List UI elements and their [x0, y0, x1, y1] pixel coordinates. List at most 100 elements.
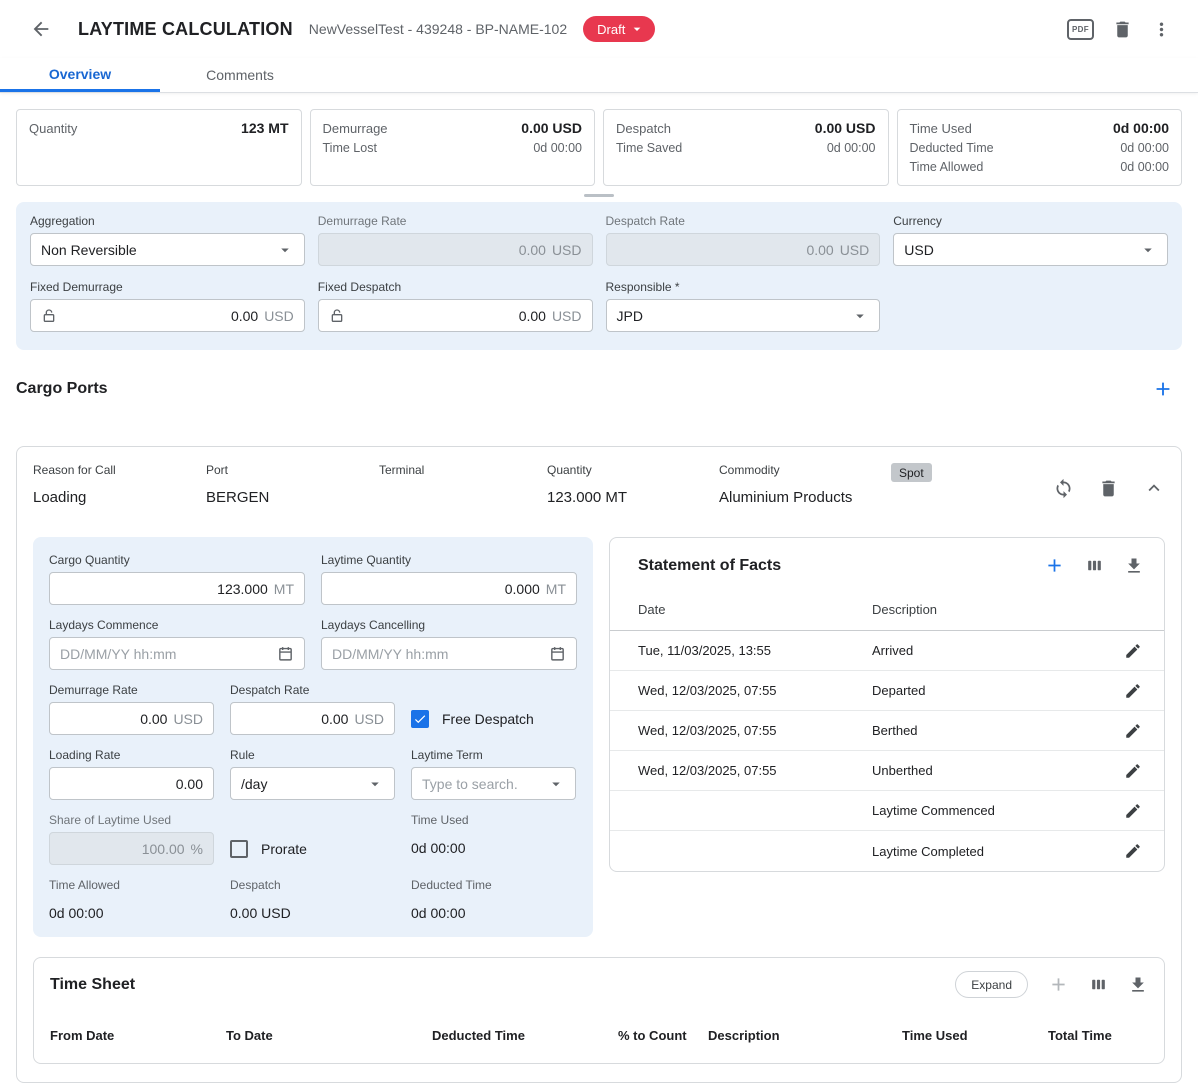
ts-col-deducted-time: Deducted Time: [432, 1028, 618, 1043]
rule-select[interactable]: /day: [230, 767, 395, 800]
sof-row-date: Wed, 12/03/2025, 07:55: [638, 683, 872, 698]
laytime-calculation-page: LAYTIME CALCULATION NewVesselTest - 4392…: [0, 0, 1198, 1083]
chevron-down-icon: [851, 307, 869, 325]
time-used-value: 0d 00:00: [411, 840, 576, 856]
sof-date-column-header: Date: [638, 602, 872, 617]
lock-icon[interactable]: [329, 308, 345, 324]
time-sheet-columns-button[interactable]: [1089, 975, 1108, 994]
download-icon: [1124, 556, 1144, 576]
sof-download-button[interactable]: [1124, 556, 1144, 576]
tab-overview-label: Overview: [49, 66, 111, 82]
time-sheet-download-button[interactable]: [1128, 975, 1148, 995]
prorate-checkbox[interactable]: [230, 840, 248, 858]
fixed-demurrage-unit: USD: [264, 308, 294, 324]
loading-rate-input[interactable]: [60, 776, 203, 792]
sof-column-headers: Date Description: [610, 590, 1164, 631]
currency-label: Currency: [893, 214, 1168, 228]
time-sheet-title: Time Sheet: [50, 976, 135, 994]
edit-sof-row-button[interactable]: [1124, 682, 1142, 700]
cargo-ports-title: Cargo Ports: [16, 380, 108, 398]
aggregation-field: Aggregation Non Reversible: [30, 214, 305, 266]
laydays-commence-input[interactable]: [60, 646, 271, 662]
add-time-sheet-row-button[interactable]: [1048, 974, 1069, 995]
sof-row: Wed, 12/03/2025, 07:55 Departed: [610, 671, 1164, 711]
rule-field: Rule /day: [230, 748, 395, 800]
status-badge[interactable]: Draft: [583, 16, 655, 42]
prorate-wrap: Prorate: [230, 832, 395, 865]
port-column: Port BERGEN: [206, 463, 379, 507]
responsible-label: Responsible *: [606, 280, 881, 294]
port-demurrage-rate-input-box: USD: [49, 702, 214, 735]
fixed-despatch-input-box: USD: [318, 299, 593, 332]
loading-rate-field: Loading Rate: [49, 748, 214, 800]
port-demurrage-rate-input[interactable]: [60, 711, 167, 727]
responsible-select[interactable]: JPD: [606, 299, 881, 332]
tab-overview[interactable]: Overview: [0, 58, 160, 92]
cargo-quantity-input[interactable]: [60, 581, 268, 597]
time-used-label: Time Used: [411, 813, 576, 827]
laytime-quantity-label: Laytime Quantity: [321, 553, 577, 567]
laydays-commence-label: Laydays Commence: [49, 618, 305, 632]
port-despatch-rate-input[interactable]: [241, 711, 348, 727]
resize-handle[interactable]: [584, 194, 614, 197]
rule-label: Rule: [230, 748, 395, 762]
topbar: LAYTIME CALCULATION NewVesselTest - 4392…: [0, 0, 1198, 58]
tab-comments[interactable]: Comments: [160, 58, 320, 92]
free-despatch-checkbox[interactable]: [411, 710, 429, 728]
summary-time-lost-label: Time Lost: [323, 139, 377, 157]
laydays-cancelling-input[interactable]: [332, 646, 543, 662]
export-pdf-button[interactable]: PDF: [1067, 19, 1094, 40]
demurrage-rate-input: [329, 242, 546, 258]
laydays-commence-calendar-button[interactable]: [277, 645, 294, 662]
add-cargo-port-button[interactable]: [1152, 378, 1174, 400]
summary-time-lost-value: 0d 00:00: [533, 139, 582, 157]
laydays-cancelling-calendar-button[interactable]: [549, 645, 566, 662]
cargo-quantity-field: Cargo Quantity MT: [49, 553, 305, 605]
recalculate-port-button[interactable]: [1053, 478, 1074, 499]
free-despatch-label: Free Despatch: [442, 711, 534, 727]
edit-sof-row-button[interactable]: [1124, 762, 1142, 780]
port-actions: [1053, 463, 1165, 499]
laytime-term-select[interactable]: Type to search.: [411, 767, 576, 800]
laytime-term-field: Laytime Term Type to search.: [411, 748, 576, 800]
cargo-quantity-label: Cargo Quantity: [49, 553, 305, 567]
edit-sof-row-button[interactable]: [1124, 802, 1142, 820]
fixed-despatch-input[interactable]: [351, 308, 546, 324]
laytime-quantity-input[interactable]: [332, 581, 540, 597]
aggregation-select[interactable]: Non Reversible: [30, 233, 305, 266]
edit-sof-row-button[interactable]: [1124, 642, 1142, 660]
laytime-term-placeholder: Type to search.: [422, 776, 541, 792]
despatch-rate-input-box: USD: [606, 233, 881, 266]
responsible-value: JPD: [617, 308, 846, 324]
lock-icon[interactable]: [41, 308, 57, 324]
deducted-time-value: 0d 00:00: [411, 905, 576, 921]
summary-time-used-value: 0d 00:00: [1113, 119, 1169, 137]
port-fields-panel: Cargo Quantity MT Laytime Quantity MT: [33, 537, 593, 937]
laydays-commence-field: Laydays Commence: [49, 618, 305, 670]
chevron-up-icon: [1143, 477, 1165, 499]
currency-select[interactable]: USD: [893, 233, 1168, 266]
share-of-laytime-input-box: %: [49, 832, 214, 865]
more-menu-button[interactable]: [1151, 19, 1172, 40]
sof-row-date: Wed, 12/03/2025, 07:55: [638, 723, 872, 738]
delete-port-button[interactable]: [1098, 478, 1119, 499]
time-sheet-actions: Expand: [955, 971, 1148, 998]
ts-col-time-used: Time Used: [902, 1028, 1048, 1043]
summary-card-demurrage: Demurrage 0.00 USD Time Lost 0d 00:00: [310, 109, 596, 186]
ts-col-total-time: Total Time: [1048, 1028, 1148, 1043]
port-quantity-value: 123.000 MT: [547, 489, 719, 507]
fixed-demurrage-input[interactable]: [63, 308, 258, 324]
sof-columns-button[interactable]: [1085, 556, 1104, 575]
time-sheet-card: Time Sheet Expand From Date To Date: [33, 957, 1165, 1064]
collapse-port-button[interactable]: [1143, 477, 1165, 499]
expand-button[interactable]: Expand: [955, 971, 1028, 998]
add-sof-row-button[interactable]: [1044, 555, 1065, 576]
topbar-actions: PDF: [1067, 19, 1172, 40]
edit-sof-row-button[interactable]: [1124, 842, 1142, 860]
port-quantity-label: Quantity: [547, 463, 719, 477]
summary-time-saved-value: 0d 00:00: [827, 139, 876, 157]
edit-sof-row-button[interactable]: [1124, 722, 1142, 740]
back-button[interactable]: [30, 18, 52, 40]
delete-calculation-button[interactable]: [1112, 19, 1133, 40]
sof-row-date: Wed, 12/03/2025, 07:55: [638, 763, 872, 778]
